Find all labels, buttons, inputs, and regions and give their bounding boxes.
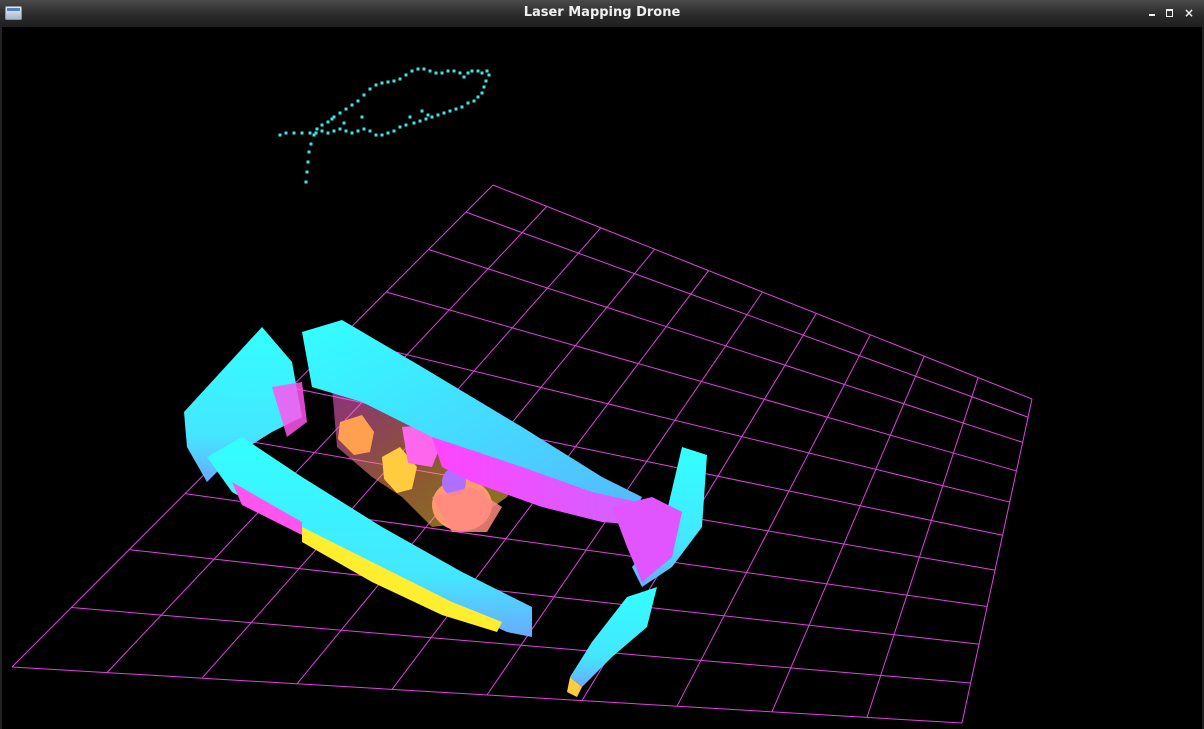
- trajectory-point: [420, 109, 424, 113]
- trajectory-point: [308, 131, 312, 135]
- trajectory-point: [380, 81, 384, 85]
- trajectory-point: [314, 131, 318, 135]
- trajectory-point: [350, 103, 354, 107]
- trajectory-point: [342, 121, 346, 125]
- title-bar[interactable]: Laser Mapping Drone ×: [0, 0, 1204, 28]
- trajectory-point: [470, 69, 474, 73]
- trajectory-point: [472, 99, 476, 103]
- trajectory-point: [368, 129, 372, 133]
- trajectory-point: [362, 93, 366, 97]
- trajectory-point: [484, 79, 488, 83]
- grid-line: [961, 398, 1033, 724]
- trajectory-point: [446, 69, 450, 73]
- trajectory-point: [292, 131, 296, 135]
- trajectory-point: [476, 95, 480, 99]
- trajectory-point: [408, 115, 412, 119]
- app-window: Laser Mapping Drone ×: [0, 0, 1204, 729]
- trajectory-point: [350, 131, 354, 135]
- trajectory-point: [466, 101, 470, 105]
- trajectory-point: [307, 150, 311, 154]
- trajectory-point: [320, 123, 324, 127]
- trajectory-point: [404, 123, 408, 127]
- trajectory-point: [430, 115, 434, 119]
- trajectory-point: [305, 170, 309, 174]
- trajectory-point: [418, 119, 422, 123]
- trajectory-point: [428, 69, 432, 73]
- trajectory-point: [344, 107, 348, 111]
- trajectory-point: [487, 73, 491, 77]
- window-title: Laser Mapping Drone: [523, 5, 681, 20]
- wall-right-magenta: [612, 497, 682, 582]
- 3d-viewport[interactable]: [2, 27, 1202, 727]
- trajectory-point: [442, 111, 446, 115]
- trajectory-point: [315, 127, 319, 131]
- maximize-button[interactable]: [1163, 6, 1177, 20]
- trajectory-point: [338, 111, 342, 115]
- wall-right-lower: [570, 587, 657, 687]
- trajectory-point: [392, 79, 396, 83]
- trajectory-point: [284, 131, 288, 135]
- trajectory-point: [326, 131, 330, 135]
- trajectory-point: [426, 113, 430, 117]
- trajectory-point: [424, 117, 428, 121]
- trajectory-point: [386, 80, 390, 84]
- trajectory-point: [454, 107, 458, 111]
- grid-line: [771, 356, 925, 712]
- trajectory-point: [416, 67, 420, 71]
- trajectory-point: [356, 129, 360, 133]
- trajectory-point: [412, 121, 416, 125]
- trajectory-point: [436, 113, 440, 117]
- trajectory-point: [434, 71, 438, 75]
- trajectory-point: [476, 69, 480, 73]
- trajectory-point: [320, 129, 324, 133]
- grid-line: [866, 377, 979, 718]
- trajectory-point: [422, 67, 426, 71]
- trajectory-point: [440, 71, 444, 75]
- trajectory-point: [309, 142, 313, 146]
- trajectory-point: [480, 91, 484, 95]
- trajectory-point: [386, 131, 390, 135]
- trajectory-point: [374, 83, 378, 87]
- trajectory-point: [356, 99, 360, 103]
- minimize-button[interactable]: [1145, 6, 1159, 20]
- trajectory-point: [338, 127, 342, 131]
- trajectory-point: [458, 71, 462, 75]
- trajectory-point: [344, 129, 348, 133]
- trajectory-point: [480, 71, 484, 75]
- trajectory-point: [460, 105, 464, 109]
- trajectory-point: [326, 120, 330, 124]
- trajectory-point: [404, 73, 408, 77]
- trajectory-point: [448, 109, 452, 113]
- scene-canvas: [11, 67, 1033, 724]
- trajectory-point: [332, 129, 336, 133]
- trajectory-point: [374, 133, 378, 137]
- trajectory-point: [278, 133, 282, 137]
- trajectory-point: [304, 180, 308, 184]
- trajectory-point: [398, 125, 402, 129]
- trajectory-point: [485, 69, 489, 73]
- trajectory-point: [300, 131, 304, 135]
- trajectory-point: [380, 133, 384, 137]
- trajectory-path: [278, 67, 491, 184]
- trajectory-point: [306, 160, 310, 164]
- trajectory-point: [482, 85, 486, 89]
- trajectory-point: [330, 117, 334, 121]
- trajectory-point: [452, 69, 456, 73]
- trajectory-point: [398, 77, 402, 81]
- trajectory-point: [368, 87, 372, 91]
- trajectory-point: [362, 127, 366, 131]
- trajectory-point: [392, 129, 396, 133]
- trajectory-point: [466, 71, 470, 75]
- trajectory-point: [462, 75, 466, 79]
- trajectory-point: [410, 69, 414, 73]
- trajectory-point: [360, 115, 364, 119]
- close-button[interactable]: ×: [1182, 6, 1196, 20]
